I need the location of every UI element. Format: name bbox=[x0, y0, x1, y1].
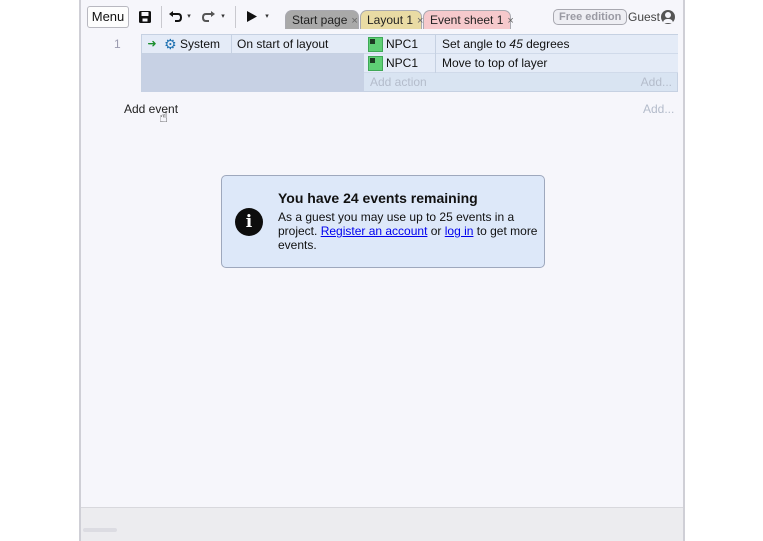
toolbar-divider bbox=[161, 6, 162, 28]
close-icon[interactable]: × bbox=[507, 15, 513, 27]
play-icon[interactable] bbox=[245, 7, 259, 27]
close-icon[interactable]: × bbox=[351, 15, 357, 27]
notice-text: or bbox=[427, 224, 445, 238]
app-window: Menu ▾ ▾ ▾ Start page × Layout 1 × Event… bbox=[79, 0, 685, 541]
condition-text[interactable]: On start of layout bbox=[237, 37, 328, 51]
sprite-icon bbox=[368, 56, 383, 71]
info-icon: i bbox=[235, 208, 263, 236]
redo-icon[interactable] bbox=[201, 7, 217, 27]
toolbar: Menu ▾ ▾ ▾ Start page × Layout 1 × Event… bbox=[81, 0, 683, 33]
tab-layout-1[interactable]: Layout 1 × bbox=[360, 10, 423, 29]
conditions-column[interactable]: ➜ ⚙ System On start of layout bbox=[142, 35, 364, 92]
trigger-arrow-icon: ➜ bbox=[147, 38, 157, 50]
events-remaining-notice: i You have 24 events remaining As a gues… bbox=[221, 175, 545, 268]
tab-event-sheet-1[interactable]: Event sheet 1 × bbox=[423, 10, 514, 29]
menu-button[interactable]: Menu bbox=[87, 6, 129, 28]
condition-object-label: System bbox=[180, 37, 221, 51]
action-text-suffix: degrees bbox=[522, 37, 570, 51]
add-action-link[interactable]: Add action bbox=[370, 75, 427, 89]
play-dropdown-icon[interactable]: ▾ bbox=[263, 7, 271, 27]
action-object-label: NPC1 bbox=[386, 37, 419, 51]
log-in-link[interactable]: log in bbox=[445, 224, 474, 238]
status-bar bbox=[81, 507, 683, 541]
tab-start-page[interactable]: Start page × bbox=[285, 10, 359, 29]
action-object-cell[interactable]: NPC1 bbox=[364, 54, 436, 73]
tab-label: Layout 1 bbox=[367, 13, 414, 27]
actions-column: NPC1 Set angle to 45 degrees NPC1 Move t… bbox=[364, 35, 678, 92]
action-row[interactable]: NPC1 Set angle to 45 degrees bbox=[364, 35, 678, 54]
action-text[interactable]: Move to top of layer bbox=[442, 56, 547, 70]
tab-label: Event sheet 1 bbox=[430, 13, 504, 27]
condition-row[interactable]: ➜ ⚙ System On start of layout bbox=[142, 35, 364, 54]
save-icon[interactable] bbox=[135, 7, 155, 27]
action-text-prefix: Set angle to bbox=[442, 37, 510, 51]
condition-object-cell[interactable]: ⚙ System bbox=[161, 35, 232, 54]
action-object-label: NPC1 bbox=[386, 56, 419, 70]
user-avatar-icon[interactable] bbox=[661, 10, 675, 24]
action-row[interactable]: NPC1 Move to top of layer bbox=[364, 54, 678, 73]
notice-body: As a guest you may use up to 25 events i… bbox=[278, 210, 538, 252]
undo-icon[interactable] bbox=[167, 7, 183, 27]
redo-dropdown-icon[interactable]: ▾ bbox=[219, 7, 227, 27]
gear-icon: ⚙ bbox=[164, 36, 177, 52]
notice-title: You have 24 events remaining bbox=[278, 190, 478, 206]
tab-label: Start page bbox=[292, 13, 348, 27]
user-name[interactable]: Guest bbox=[628, 10, 660, 24]
add-action-more-link[interactable]: Add... bbox=[641, 75, 672, 89]
toolbar-divider bbox=[235, 6, 236, 28]
event-block[interactable]: ➜ ⚙ System On start of layout NPC1 Set a… bbox=[141, 34, 678, 92]
add-event-link[interactable]: Add event bbox=[124, 102, 178, 116]
add-action-row[interactable]: Add action Add... bbox=[364, 73, 678, 92]
event-number: 1 bbox=[114, 37, 121, 51]
action-text[interactable]: Set angle to 45 degrees bbox=[442, 37, 569, 51]
free-edition-badge[interactable]: Free edition bbox=[553, 9, 628, 25]
action-value: 45 bbox=[509, 37, 523, 51]
sprite-icon bbox=[368, 37, 383, 52]
status-scrollbar[interactable] bbox=[83, 528, 117, 532]
action-object-cell[interactable]: NPC1 bbox=[364, 35, 436, 54]
add-event-more-link[interactable]: Add... bbox=[643, 102, 674, 116]
register-account-link[interactable]: Register an account bbox=[321, 224, 428, 238]
hand-cursor-icon: ☝ bbox=[159, 109, 169, 126]
undo-dropdown-icon[interactable]: ▾ bbox=[185, 7, 193, 27]
